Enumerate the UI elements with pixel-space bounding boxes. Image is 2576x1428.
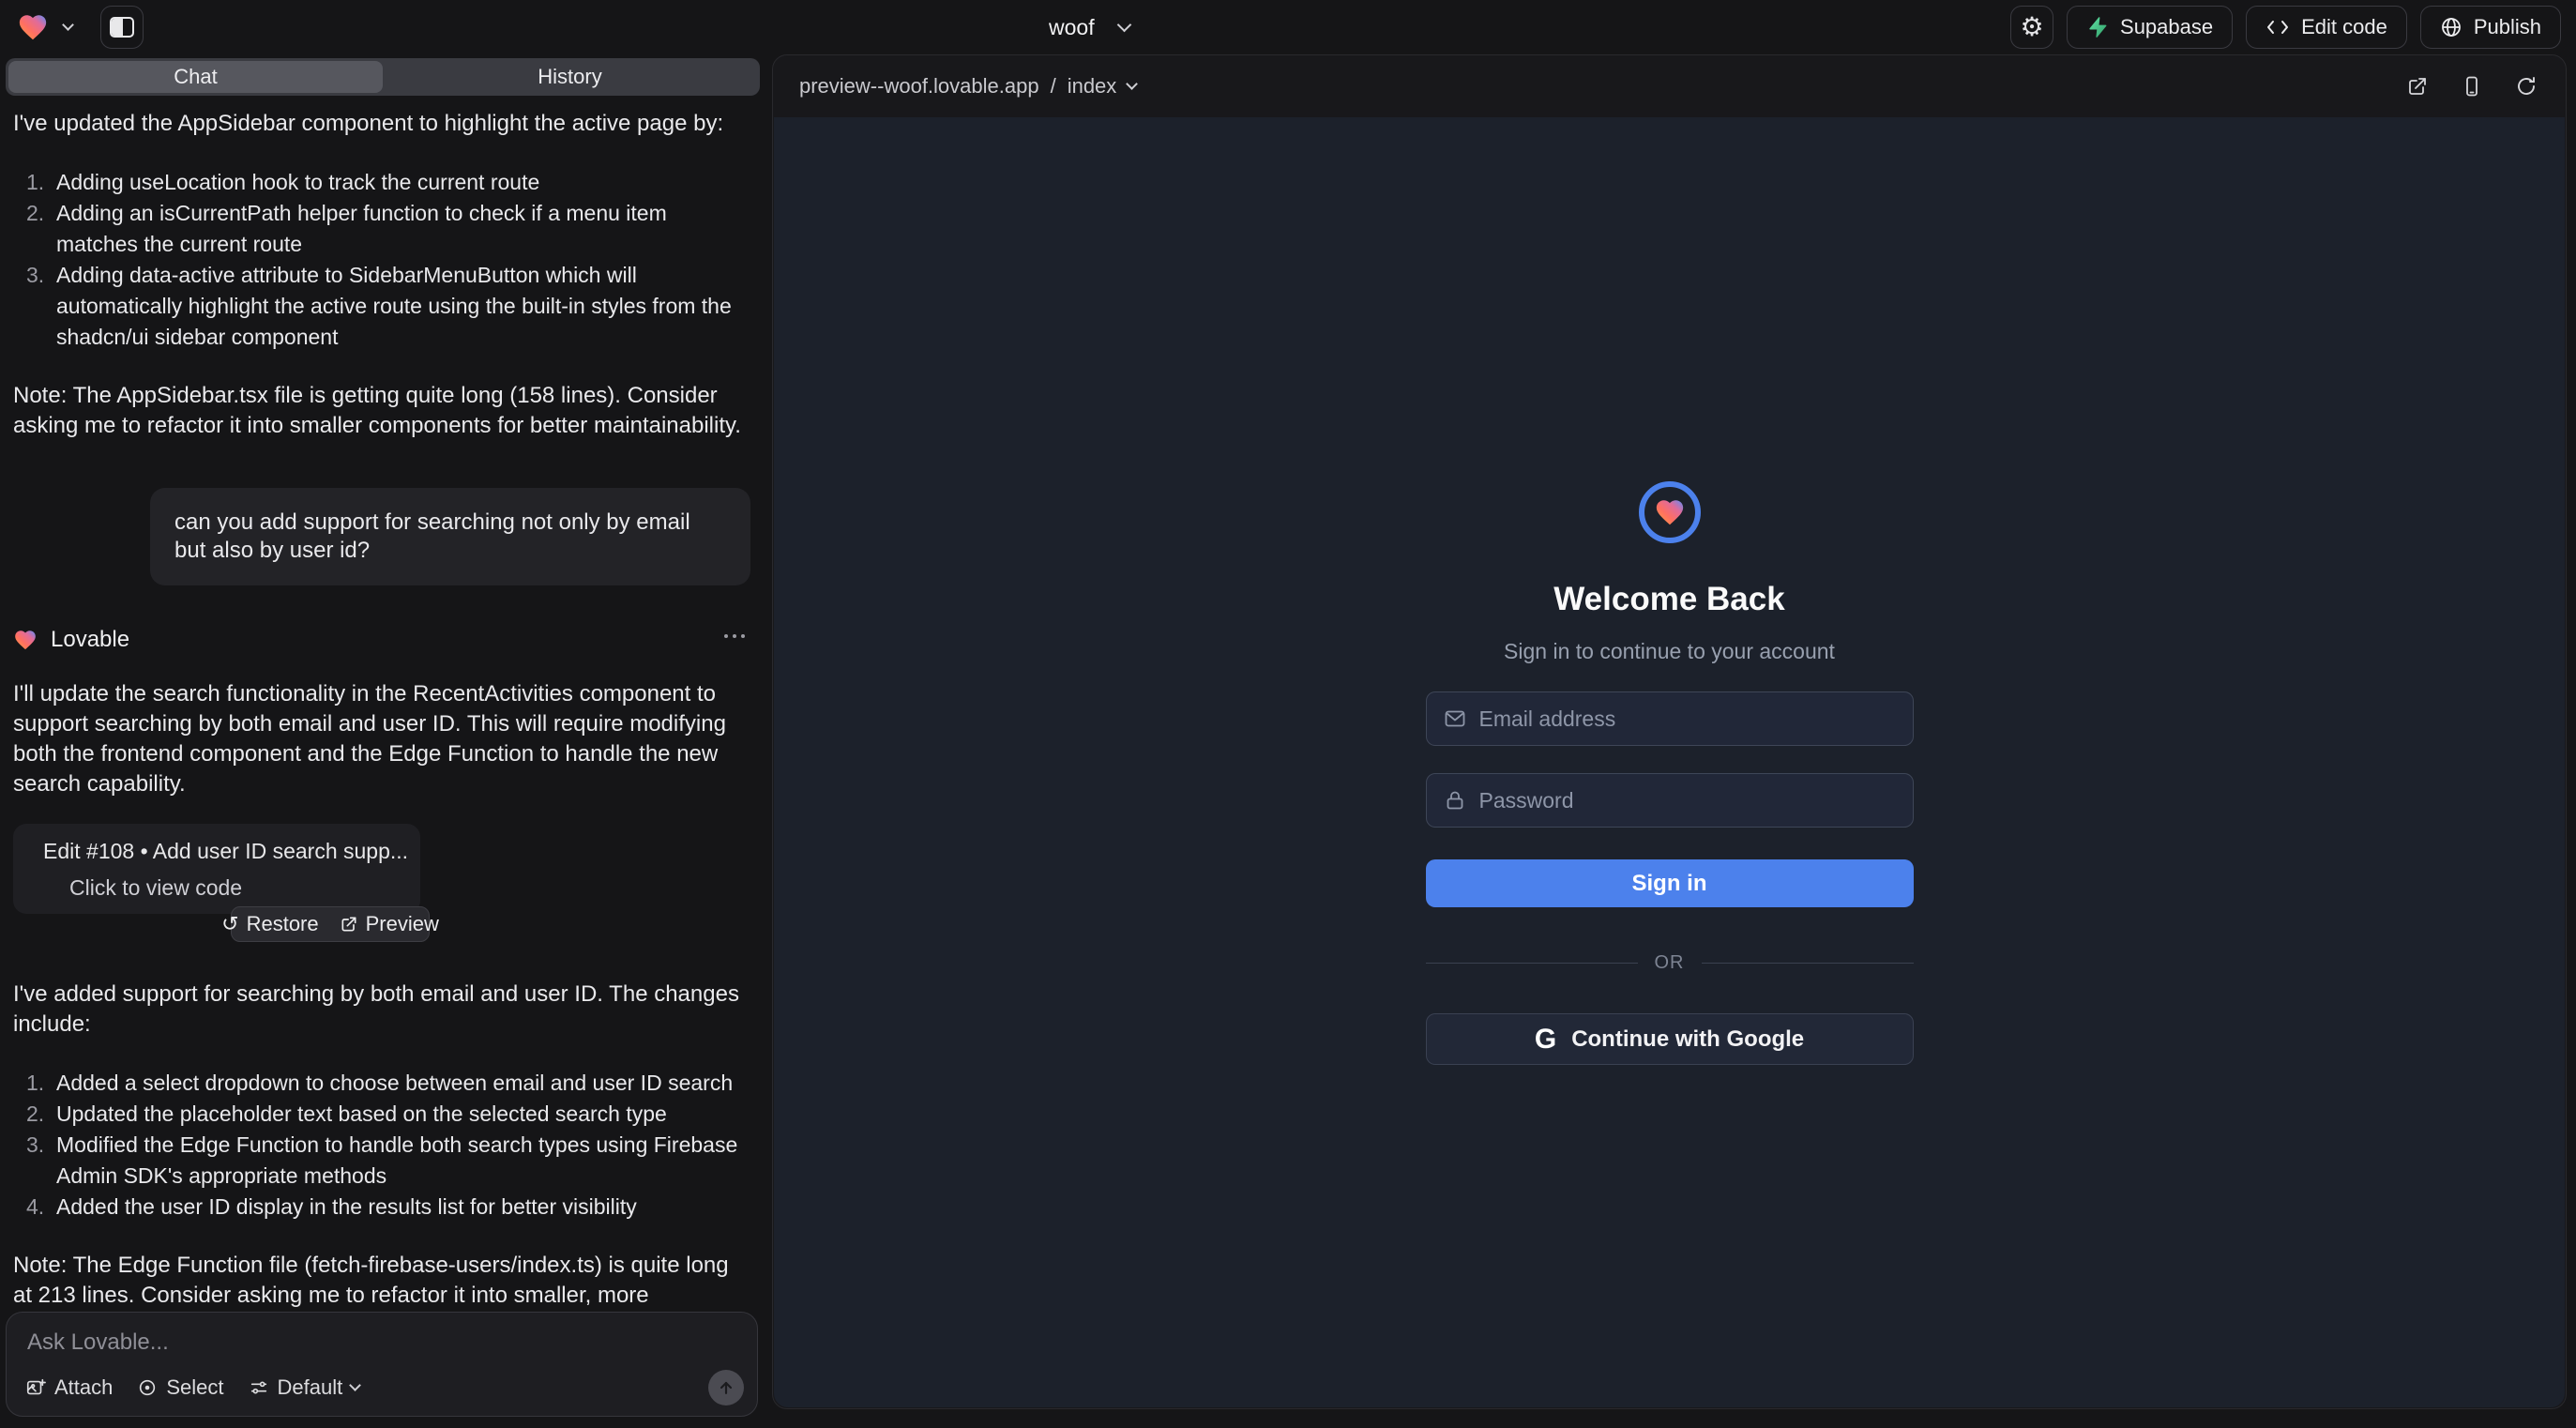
url-host: preview--woof.lovable.app	[799, 74, 1039, 99]
list-item: Modified the Edge Function to handle bot…	[13, 1130, 750, 1192]
toggle-sidebar-button[interactable]	[100, 6, 144, 49]
lovable-logo-icon[interactable]	[17, 11, 49, 43]
assistant-message: I'll update the search functionality in …	[13, 679, 750, 799]
open-in-new-tab-button[interactable]	[2406, 75, 2429, 98]
login-subtitle: Sign in to continue to your account	[1504, 639, 1835, 664]
project-switcher[interactable]: woof	[1049, 0, 1129, 54]
sign-in-button[interactable]: Sign in	[1426, 859, 1914, 907]
preview-url[interactable]: preview--woof.lovable.app / index	[773, 74, 1136, 99]
or-divider: OR	[1426, 952, 1914, 974]
restore-icon: ↺	[221, 914, 238, 934]
preview-viewport: Welcome Back Sign in to continue to your…	[774, 117, 2565, 1407]
attach-image-icon	[25, 1377, 46, 1398]
arrow-up-icon	[717, 1378, 735, 1397]
mode-select[interactable]: Default	[249, 1375, 360, 1400]
version-actions-bar: ↺ Restore Preview	[231, 906, 430, 942]
google-g-icon: G	[1535, 1024, 1556, 1056]
assistant-header: Lovable	[13, 627, 750, 653]
user-message-bubble: can you add support for searching not on…	[150, 488, 750, 585]
edit-card-subtitle: Click to view code	[69, 875, 403, 901]
mobile-view-button[interactable]	[2461, 75, 2483, 98]
assistant-message-intro: I've updated the AppSidebar component to…	[13, 109, 750, 139]
preview-panel: preview--woof.lovable.app / index Welcom…	[772, 54, 2567, 1409]
assistant-name: Lovable	[51, 627, 129, 653]
edit-version-card[interactable]: Edit #108 • Add user ID search supp... C…	[13, 824, 420, 914]
project-title: woof	[1049, 15, 1095, 40]
edit-code-button[interactable]: Edit code	[2246, 6, 2407, 49]
email-input[interactable]	[1479, 706, 1896, 732]
panel-left-icon	[110, 17, 134, 38]
assistant-list: Added a select dropdown to choose betwee…	[13, 1068, 750, 1223]
send-button[interactable]	[708, 1370, 744, 1405]
assistant-note: Note: The AppSidebar.tsx file is getting…	[13, 381, 750, 441]
chevron-down-icon	[1126, 78, 1138, 90]
edit-code-label: Edit code	[2301, 15, 2387, 39]
sliders-icon	[249, 1377, 269, 1398]
chevron-down-icon	[349, 1379, 361, 1391]
publish-button[interactable]: Publish	[2420, 6, 2561, 49]
chat-input[interactable]	[27, 1329, 736, 1367]
preview-button[interactable]: Preview	[340, 912, 439, 936]
login-card: Welcome Back Sign in to continue to your…	[1426, 481, 1914, 1407]
email-icon	[1444, 707, 1466, 730]
top-bar: woof ⚙ Supabase Edit code Publish	[0, 0, 2576, 54]
google-sign-in-button[interactable]: G Continue with Google	[1426, 1013, 1914, 1065]
list-item: Added the user ID display in the results…	[13, 1192, 750, 1223]
preview-label: Preview	[366, 912, 439, 936]
supabase-bolt-icon	[2086, 16, 2109, 38]
heart-icon	[1654, 496, 1686, 528]
restore-label: Restore	[247, 912, 319, 936]
external-link-icon	[340, 915, 358, 934]
refresh-button[interactable]	[2515, 75, 2538, 98]
project-menu-chevron-icon[interactable]	[62, 19, 74, 31]
chat-scroll-area[interactable]: I've updated the AppSidebar component to…	[0, 96, 765, 1311]
attach-button[interactable]: Attach	[25, 1375, 113, 1400]
mode-label: Default	[278, 1375, 343, 1400]
or-label: OR	[1655, 952, 1685, 974]
edit-card-title: Edit #108 • Add user ID search supp...	[43, 839, 408, 864]
assistant-note: Note: The Edge Function file (fetch-fire…	[13, 1251, 750, 1311]
supabase-button[interactable]: Supabase	[2067, 6, 2233, 49]
chevron-down-icon	[1116, 18, 1131, 33]
more-options-icon[interactable]	[724, 634, 745, 638]
list-item: Adding an isCurrentPath helper function …	[13, 198, 750, 260]
publish-label: Publish	[2474, 15, 2541, 39]
code-icon	[2265, 17, 2290, 38]
assistant-list: Adding useLocation hook to track the cur…	[13, 167, 750, 353]
list-item: Adding data-active attribute to SidebarM…	[13, 260, 750, 353]
lovable-heart-icon	[13, 628, 38, 652]
attach-label: Attach	[54, 1375, 113, 1400]
url-separator: /	[1051, 74, 1056, 99]
url-page: index	[1068, 74, 1117, 99]
password-input[interactable]	[1479, 788, 1896, 813]
refresh-icon	[2515, 75, 2538, 98]
chat-panel: Chat History I've updated the AppSidebar…	[0, 54, 765, 1428]
mobile-icon	[2461, 75, 2483, 98]
gear-icon: ⚙	[2020, 14, 2043, 40]
select-label: Select	[166, 1375, 223, 1400]
list-item: Added a select dropdown to choose betwee…	[13, 1068, 750, 1099]
list-item: Updated the placeholder text based on th…	[13, 1099, 750, 1130]
select-target-icon	[137, 1377, 158, 1398]
select-button[interactable]: Select	[137, 1375, 223, 1400]
supabase-label: Supabase	[2120, 15, 2213, 39]
tab-chat[interactable]: Chat	[8, 61, 383, 93]
list-item: Adding useLocation hook to track the cur…	[13, 167, 750, 198]
password-field[interactable]	[1426, 773, 1914, 828]
settings-button[interactable]: ⚙	[2010, 6, 2053, 49]
login-title: Welcome Back	[1553, 581, 1784, 618]
tab-history[interactable]: History	[383, 61, 757, 93]
email-field[interactable]	[1426, 691, 1914, 746]
restore-button[interactable]: ↺ Restore	[221, 912, 318, 936]
app-logo	[1639, 481, 1701, 543]
lock-icon	[1444, 789, 1466, 812]
chat-history-tabs: Chat History	[6, 58, 760, 96]
google-label: Continue with Google	[1571, 1026, 1804, 1053]
composer: Attach Select Default	[6, 1312, 758, 1417]
assistant-message: I've added support for searching by both…	[13, 980, 750, 1040]
preview-browser-bar: preview--woof.lovable.app / index	[773, 55, 2566, 117]
globe-icon	[2440, 16, 2462, 38]
external-link-icon	[2406, 75, 2429, 98]
